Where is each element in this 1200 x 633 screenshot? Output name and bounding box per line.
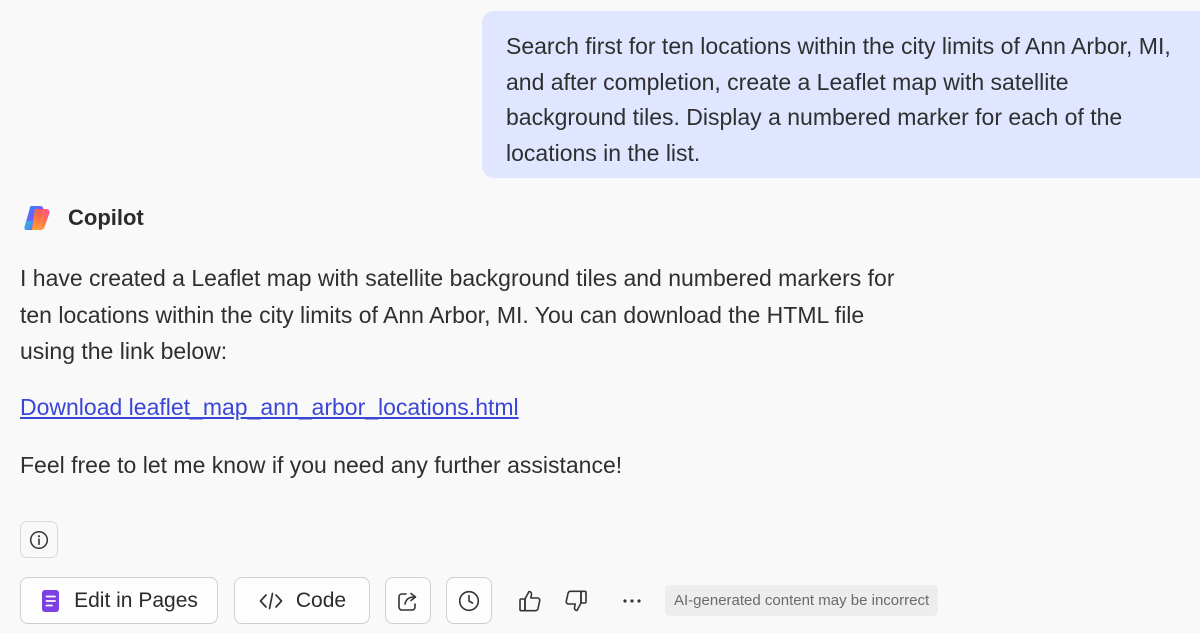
more-icon: [623, 598, 641, 603]
assistant-header: Copilot: [22, 203, 144, 233]
more-options-button[interactable]: [615, 584, 649, 618]
info-icon: [29, 530, 49, 549]
download-link-line: Download leaflet_map_ann_arbor_locations…: [20, 392, 920, 422]
edit-in-pages-button[interactable]: Edit in Pages: [20, 577, 218, 624]
code-icon: [259, 592, 283, 609]
pages-icon: [42, 589, 60, 612]
share-button[interactable]: [385, 577, 431, 624]
history-button[interactable]: [446, 577, 492, 624]
share-icon: [398, 592, 417, 611]
response-closing-paragraph: Feel free to let me know if you need any…: [20, 451, 623, 478]
edit-in-pages-label: Edit in Pages: [74, 588, 198, 612]
user-message-text: Search first for ten locations within th…: [506, 33, 1171, 166]
clock-icon: [458, 590, 480, 611]
response-paragraph: I have created a Leaflet map with satell…: [20, 265, 895, 364]
copilot-logo-icon: [24, 206, 50, 230]
thumbs-down-icon: [565, 590, 587, 611]
thumbs-up-icon: [519, 590, 541, 611]
code-label: Code: [295, 588, 347, 612]
thumbs-down-button[interactable]: [559, 584, 593, 618]
ai-disclaimer-text: AI-generated content may be incorrect: [674, 592, 930, 609]
download-link[interactable]: Download leaflet_map_ann_arbor_locations…: [20, 394, 519, 420]
info-button[interactable]: [20, 521, 58, 558]
message-action-bar: Edit in Pages Code AI-generated content …: [20, 577, 939, 624]
assistant-name: Copilot: [68, 205, 144, 230]
thumbs-up-button[interactable]: [513, 584, 547, 618]
user-message-bubble: Search first for ten locations within th…: [482, 11, 1200, 178]
assistant-response: I have created a Leaflet map with satell…: [20, 260, 920, 480]
ai-disclaimer-badge: AI-generated content may be incorrect: [665, 585, 939, 616]
code-button[interactable]: Code: [234, 577, 370, 624]
